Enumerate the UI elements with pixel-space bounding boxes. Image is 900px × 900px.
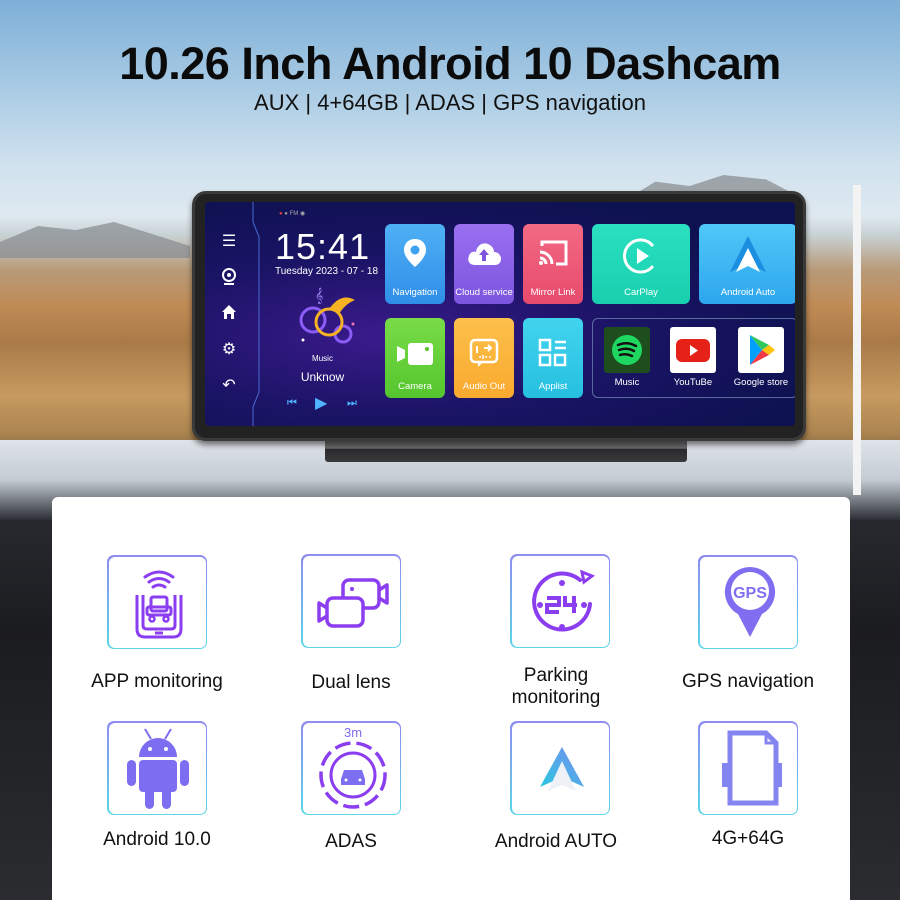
feature-label: 4G+64G (711, 828, 785, 849)
subheadline: AUX | 4+64GB | ADAS | GPS navigation (254, 90, 646, 115)
sd-card-icon (721, 730, 782, 805)
feature-app-monitoring (107, 555, 207, 649)
tile-mirror-link[interactable]: Mirror Link (523, 224, 583, 304)
music-track: Unknow (300, 370, 345, 384)
music-label: Music (312, 354, 333, 363)
cloud-upload-icon (468, 243, 501, 265)
device-screen: ☰ ⚙ ↶ ● ● FM ◉ 15:41 Tuesday 2023 - 07 -… (205, 202, 795, 426)
feature-label: GPS navigation (681, 671, 815, 692)
app-grid-icon (538, 338, 567, 367)
gamepad-icon: ◉ (299, 211, 306, 217)
feature-label: Android 10.0 (103, 829, 211, 850)
spotify-icon (612, 335, 642, 365)
tile-carplay[interactable]: CarPlay (592, 224, 690, 304)
app-label: Google store (733, 377, 789, 388)
features-panel: APP monitoring Dual lens Parking monitori… (52, 497, 850, 900)
next-track-button[interactable]: ⏭ (347, 397, 357, 410)
location-pin-icon (404, 239, 426, 267)
android-robot-icon (126, 727, 189, 809)
audio-out-icon (469, 338, 499, 367)
tile-label: Camera (398, 381, 432, 392)
clock-music-panel: ● ● FM ◉ 15:41 Tuesday 2023 - 07 - 18 𝄞 … (265, 202, 380, 426)
headline: 10.26 Inch Android 10 Dashcam (119, 38, 781, 89)
tile-navigation[interactable]: Navigation (385, 224, 445, 304)
tile-audio-out[interactable]: Audio Out (454, 318, 514, 398)
record-dot-icon: ● (284, 211, 288, 217)
adas-car-radar-icon: 3m (318, 725, 387, 809)
clock-date: Tuesday 2023 - 07 - 18 (275, 266, 379, 277)
tile-label: Applist (538, 381, 568, 392)
status-bar: ● ● FM ◉ (279, 210, 305, 217)
feature-gps-navigation: GPS (698, 555, 798, 649)
window-pillar (853, 185, 861, 495)
feature-label: Android AUTO (494, 831, 618, 852)
phone-car-monitor-icon (135, 570, 182, 638)
home-icon[interactable] (219, 304, 239, 324)
dual-camera-icon (316, 577, 389, 628)
play-button[interactable]: ▶ (315, 393, 327, 413)
tile-label: Android Auto (720, 287, 776, 298)
android-auto-icon (730, 236, 766, 272)
feature-android (107, 721, 207, 815)
app-music[interactable] (604, 327, 650, 373)
dashcam-device: ☰ ⚙ ↶ ● ● FM ◉ 15:41 Tuesday 2023 - 07 -… (192, 191, 806, 441)
tile-cloud-service[interactable]: Cloud service (454, 224, 514, 304)
back-icon[interactable]: ↶ (219, 376, 239, 396)
app-label: YouTuBe (673, 377, 713, 388)
tile-label: Audio Out (462, 381, 506, 392)
adas-distance-text: 3m (343, 725, 361, 740)
feature-android-auto (510, 721, 610, 815)
gps-icon-text: GPS (733, 585, 767, 602)
tile-label: Cloud service (455, 287, 513, 298)
apps-group: Music YouTuBe Google store (592, 318, 795, 398)
feature-parking-monitoring (510, 554, 610, 648)
sidebar-divider (252, 202, 260, 426)
app-label: Music (614, 377, 640, 388)
svg-text:𝄞: 𝄞 (315, 287, 323, 304)
feature-label: ADAS (325, 831, 377, 852)
gps-pin-icon: GPS (724, 566, 775, 637)
wifi-icon: ● (279, 211, 283, 217)
product-banner: 10.26 Inch Android 10 Dashcam AUX | 4+64… (0, 0, 900, 900)
video-camera-icon (397, 343, 433, 365)
tile-label: Mirror Link (530, 287, 576, 298)
feature-label: APP monitoring (91, 671, 223, 692)
webcam-icon[interactable] (219, 268, 239, 288)
menu-icon[interactable]: ☰ (219, 232, 239, 252)
feature-label: Dual lens (311, 672, 391, 693)
previous-track-button[interactable]: ⏮ (287, 397, 297, 410)
feature-label: Parking monitoring (511, 665, 601, 708)
gear-icon[interactable]: ⚙ (219, 340, 239, 360)
screen-sidebar: ☰ ⚙ ↶ (205, 202, 260, 426)
google-play-icon (750, 335, 775, 365)
tile-camera[interactable]: Camera (385, 318, 445, 398)
tile-label: CarPlay (624, 287, 658, 298)
feature-storage (698, 721, 798, 815)
tile-android-auto[interactable]: Android Auto (699, 224, 795, 304)
french-horn-icon: 𝄞 (299, 287, 355, 344)
clock-time: 15:41 (275, 226, 371, 267)
24h-clock-icon (531, 569, 595, 631)
mountain-left (0, 222, 190, 258)
carplay-icon (623, 238, 655, 274)
android-auto-logo-icon (539, 746, 584, 791)
feature-dual-lens (301, 554, 401, 648)
app-youtube[interactable] (670, 327, 716, 373)
tile-label: Navigation (392, 287, 438, 298)
tile-applist[interactable]: Applist (523, 318, 583, 398)
app-google-store[interactable] (738, 327, 784, 373)
cast-icon (539, 240, 568, 266)
youtube-icon (676, 339, 710, 362)
fm-icon: FM (289, 211, 299, 217)
feature-adas: 3m (301, 721, 401, 815)
